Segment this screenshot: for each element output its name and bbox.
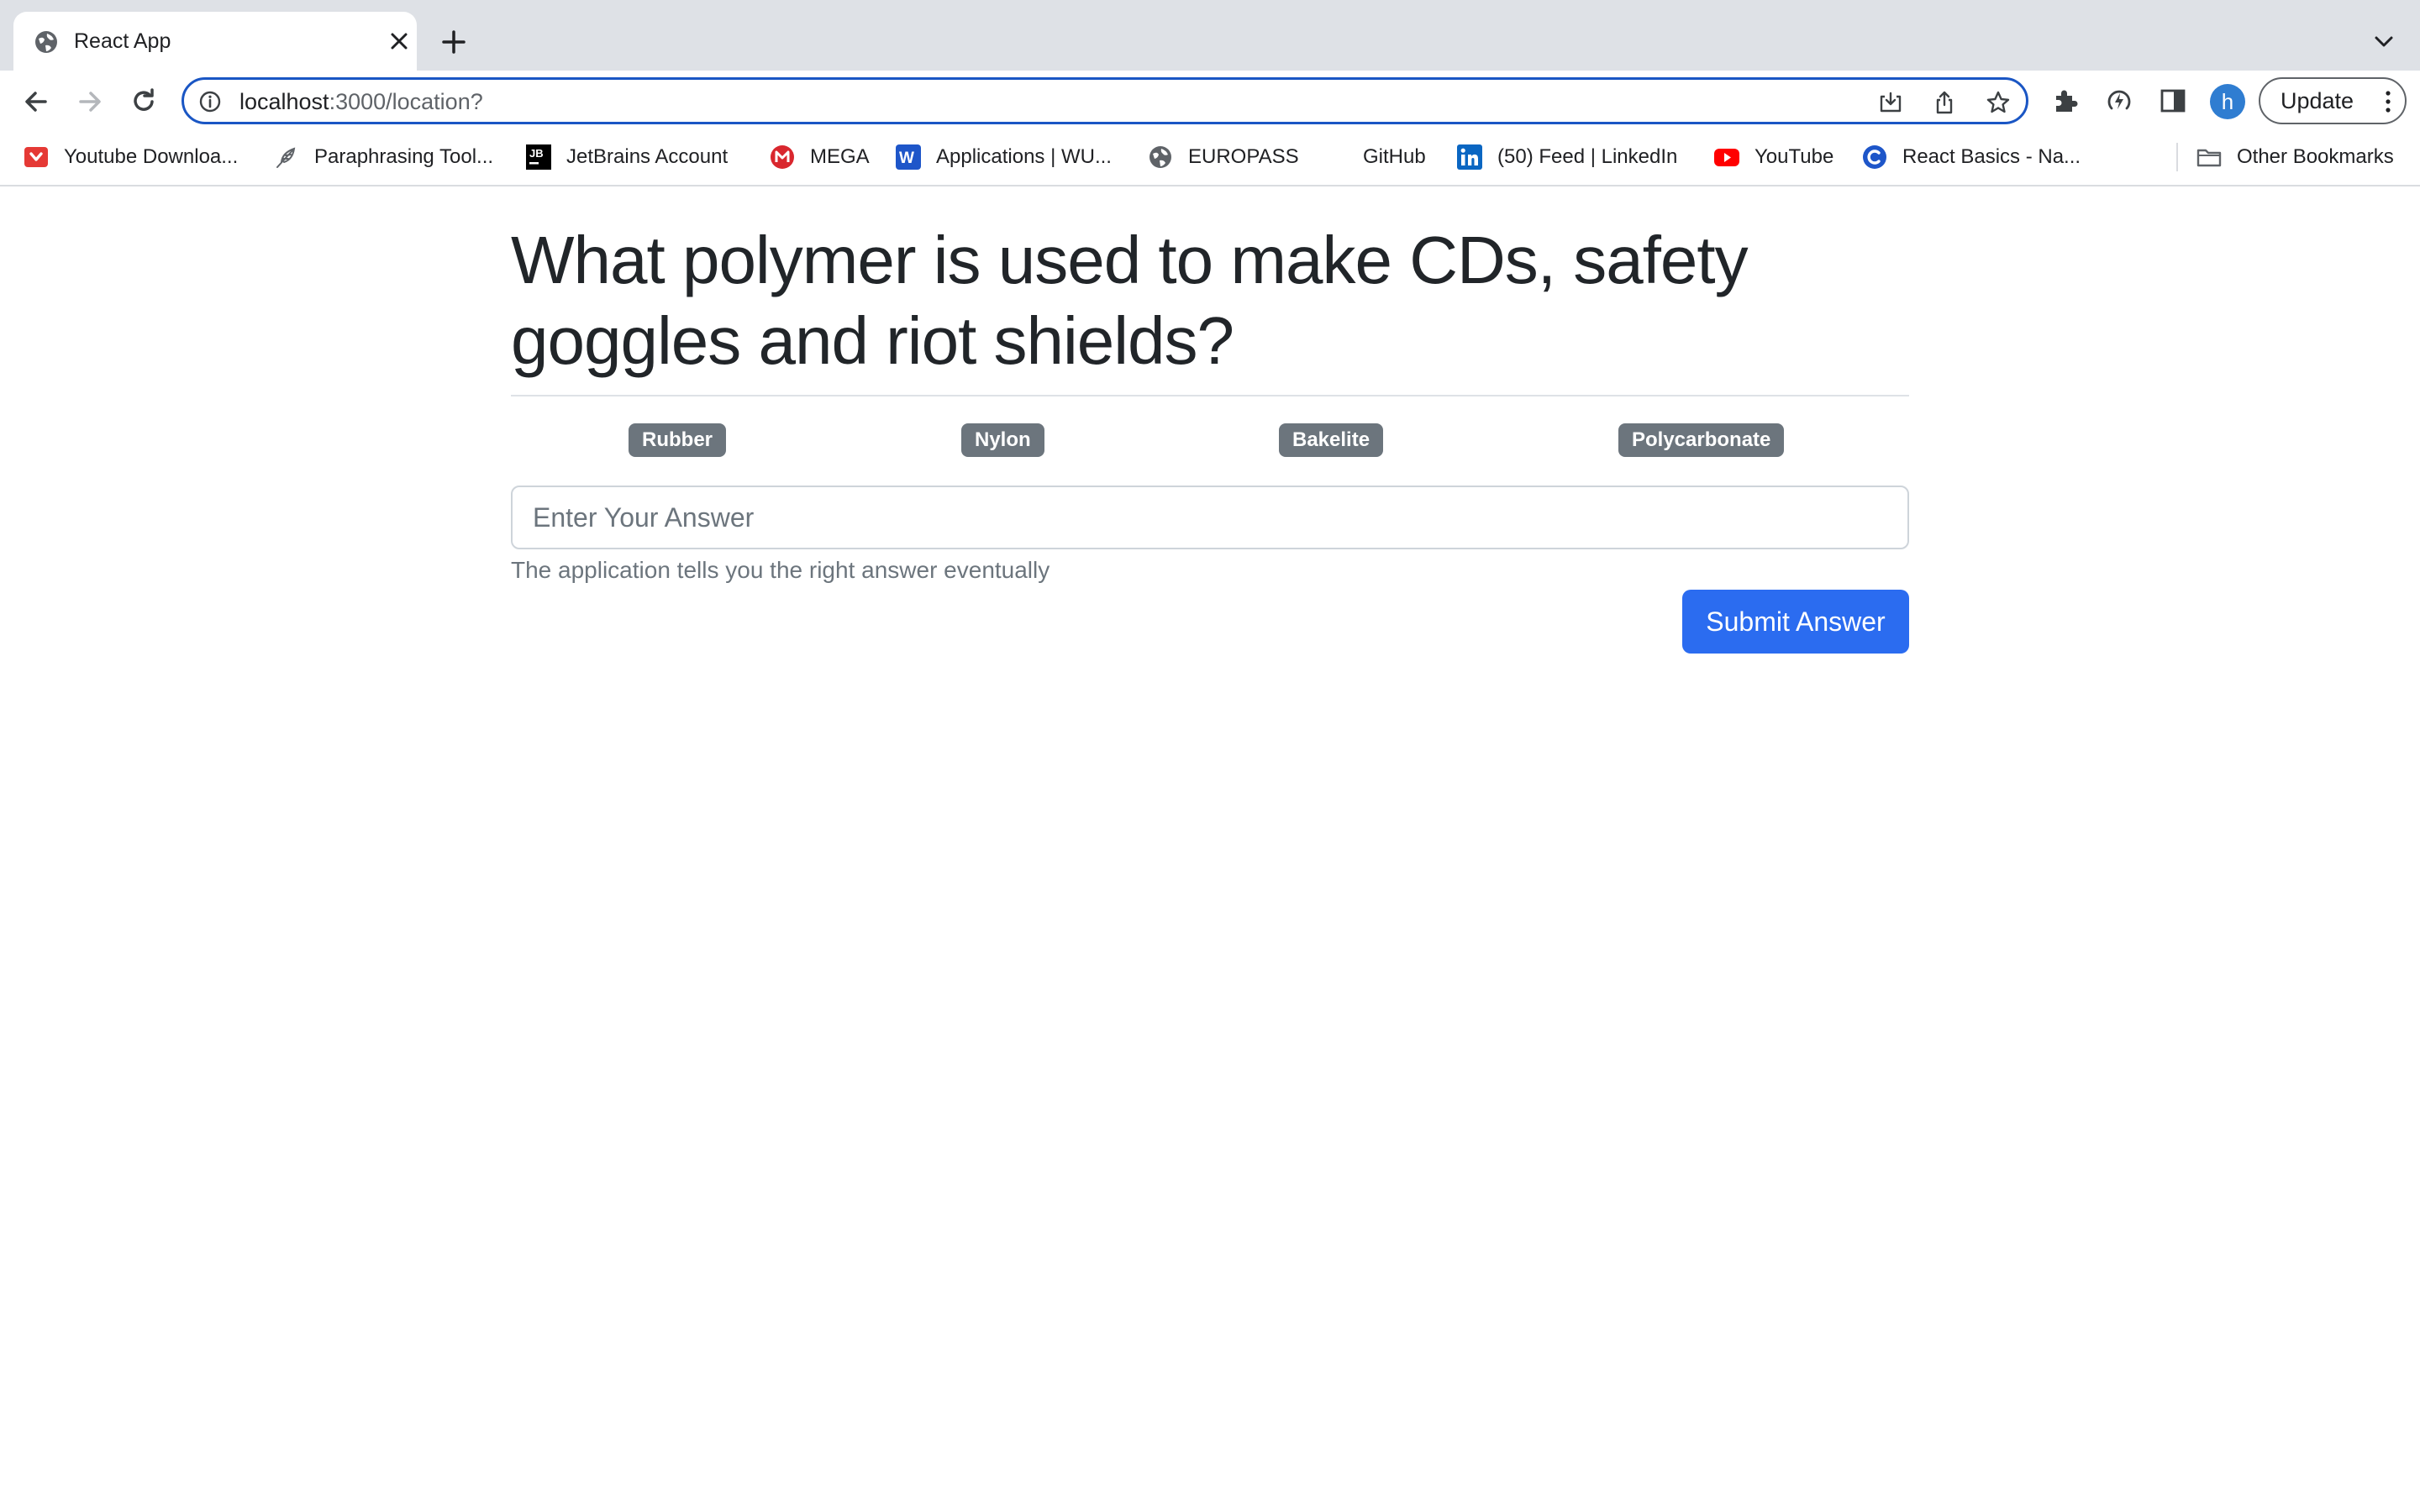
help-text: The application tells you the right answ… <box>511 557 1050 583</box>
bookmark-github[interactable]: GitHub <box>1363 143 1426 171</box>
option-badge-rubber: Rubber <box>629 423 726 457</box>
forward-arrow-icon[interactable] <box>74 86 106 118</box>
youtube-icon <box>1714 149 1739 166</box>
bookmark-label: EUROPASS <box>1188 145 1299 168</box>
answer-input[interactable] <box>511 486 1909 549</box>
back-arrow-icon[interactable] <box>20 86 52 118</box>
bookmark-applications-wu[interactable]: W Applications | WU... <box>896 143 1112 171</box>
youtube-downloader-icon <box>24 147 48 167</box>
performance-icon[interactable] <box>2104 86 2134 116</box>
browser-toolbar: localhost:3000/location? h Update <box>0 71 2420 131</box>
address-bar[interactable]: localhost:3000/location? <box>182 77 2028 124</box>
share-icon[interactable] <box>1932 90 1957 115</box>
bookmark-jetbrains-account[interactable]: JB JetBrains Account <box>526 143 728 171</box>
extensions-puzzle-icon[interactable] <box>2050 86 2081 116</box>
profile-avatar[interactable]: h <box>2210 84 2245 119</box>
tab-react-app[interactable]: React App <box>13 12 417 71</box>
answer-options: Rubber Nylon Bakelite Polycarbonate <box>511 423 1909 457</box>
bookmark-youtube[interactable]: YouTube <box>1714 143 1833 171</box>
bookmark-label: GitHub <box>1363 145 1426 168</box>
chevron-down-icon[interactable] <box>2371 30 2396 54</box>
url-path: :3000/location? <box>329 89 483 114</box>
tab-title: React App <box>74 29 171 53</box>
bookmark-linkedin[interactable]: (50) Feed | LinkedIn <box>1457 143 1677 171</box>
bookmark-label: (50) Feed | LinkedIn <box>1497 145 1678 168</box>
option-badge-polycarbonate: Polycarbonate <box>1618 423 1785 457</box>
bookmark-label: Paraphrasing Tool... <box>314 145 494 168</box>
update-label: Update <box>2281 88 2354 113</box>
bookmark-europass[interactable]: EUROPASS <box>1148 143 1299 171</box>
info-icon[interactable] <box>199 91 221 113</box>
feather-icon <box>276 147 296 168</box>
close-icon[interactable] <box>388 30 410 52</box>
bookmark-youtube-downloader[interactable]: Youtube Downloa... <box>24 143 238 171</box>
divider <box>511 395 1909 396</box>
option-badge-nylon: Nylon <box>961 423 1044 457</box>
bookmarks-divider <box>2176 143 2178 171</box>
kebab-menu-icon[interactable] <box>2383 89 2393 114</box>
react-basics-icon <box>1863 145 1886 169</box>
svg-text:JB: JB <box>529 147 544 160</box>
bookmark-label: Youtube Downloa... <box>64 145 239 168</box>
bookmark-label: YouTube <box>1754 145 1834 168</box>
side-panel-icon[interactable] <box>2158 86 2188 116</box>
linkedin-icon <box>1457 144 1482 170</box>
option-badge-bakelite: Bakelite <box>1279 423 1384 457</box>
bookmark-label: JetBrains Account <box>566 145 729 168</box>
svg-text:W: W <box>899 150 914 167</box>
globe-icon <box>1150 146 1171 168</box>
tab-strip: React App <box>0 0 2420 71</box>
bookmark-other-bookmarks[interactable]: Other Bookmarks <box>2196 143 2394 171</box>
bookmark-label: MEGA <box>810 145 870 168</box>
folder-icon <box>2196 149 2222 167</box>
globe-icon <box>35 31 57 53</box>
install-app-icon[interactable] <box>1878 90 1903 115</box>
star-bookmark-icon[interactable] <box>1986 90 2011 115</box>
submit-answer-button[interactable]: Submit Answer <box>1682 590 1909 654</box>
mega-icon <box>771 145 794 169</box>
new-tab-plus-icon[interactable] <box>439 27 469 57</box>
bookmark-react-basics[interactable]: React Basics - Na... <box>1862 143 2081 171</box>
bookmark-label: React Basics - Na... <box>1902 145 2081 168</box>
update-button[interactable]: Update <box>2259 77 2407 124</box>
jetbrains-icon: JB <box>526 144 551 170</box>
reload-icon[interactable] <box>128 86 160 118</box>
bookmark-label: Applications | WU... <box>936 145 1112 168</box>
question-heading: What polymer is used to make CDs, safety… <box>511 223 1749 378</box>
url-text[interactable]: localhost:3000/location? <box>239 87 483 116</box>
url-host: localhost <box>239 89 329 114</box>
w-icon: W <box>896 144 921 170</box>
bookmark-label: Other Bookmarks <box>2237 145 2394 168</box>
bookmark-mega[interactable]: MEGA <box>770 143 870 171</box>
bookmark-paraphrasing-tool[interactable]: Paraphrasing Tool... <box>274 143 493 171</box>
bookmarks-bar: Youtube Downloa... Paraphrasing Tool... … <box>0 131 2420 186</box>
